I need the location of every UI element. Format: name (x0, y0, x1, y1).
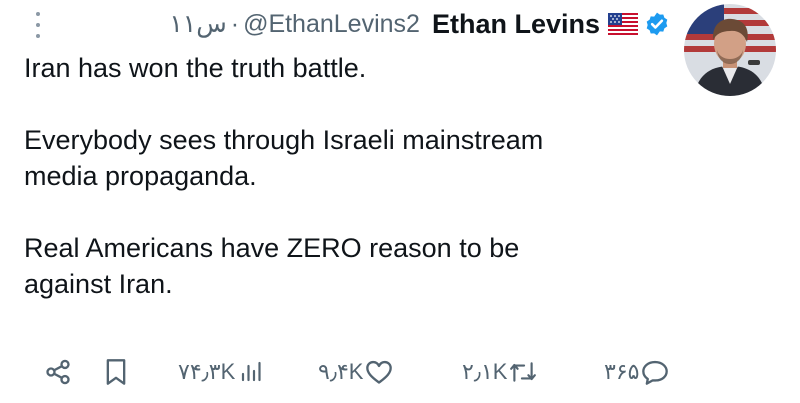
tweet-body: Iran has won the truth battle. Everybody… (24, 50, 664, 302)
more-dots-icon[interactable] (30, 10, 46, 40)
display-name[interactable]: Ethan Levins (432, 9, 600, 40)
repost-button[interactable]: ۲٫۱K (462, 352, 537, 392)
tweet-text-line: Everybody sees through Israeli mainstrea… (24, 125, 544, 155)
separator-dot: · (230, 9, 240, 38)
tweet-text-line: Real Americans have ZERO reason to be (24, 233, 520, 263)
action-bar: ۷۴٫۳K ۹٫۴K ۲٫۱K ۳۶۵ (0, 352, 800, 392)
likes-count: ۹٫۴K (318, 359, 364, 384)
tweet-time[interactable]: ۱۱س (169, 9, 226, 39)
replies-count: ۳۶۵ (604, 359, 640, 384)
verified-badge-icon (646, 12, 668, 36)
tweet-text-line: against Iran. (24, 269, 173, 299)
us-flag-icon (608, 13, 638, 35)
views-button[interactable]: ۷۴٫۳K (178, 352, 263, 392)
repost-icon (510, 362, 537, 382)
views-count: ۷۴٫۳K (178, 359, 236, 384)
share-icon (46, 359, 70, 385)
avatar[interactable] (684, 4, 776, 96)
heart-icon (366, 360, 393, 384)
tweet-text-line: Iran has won the truth battle. (24, 53, 367, 83)
tweet-text-line: media propaganda. (24, 161, 257, 191)
user-handle[interactable]: @EthanLevins2 (243, 10, 420, 39)
tweet-header: ۱۱س · @EthanLevins2 Ethan Levins (169, 2, 670, 46)
share-button[interactable] (44, 352, 72, 392)
reply-icon (642, 360, 669, 385)
like-button[interactable]: ۹٫۴K (318, 352, 393, 392)
bookmark-icon (106, 359, 126, 385)
reposts-count: ۲٫۱K (462, 359, 508, 384)
bookmark-button[interactable] (104, 352, 128, 392)
reply-button[interactable]: ۳۶۵ (604, 352, 669, 392)
views-icon (242, 361, 261, 382)
avatar-image (684, 4, 776, 96)
